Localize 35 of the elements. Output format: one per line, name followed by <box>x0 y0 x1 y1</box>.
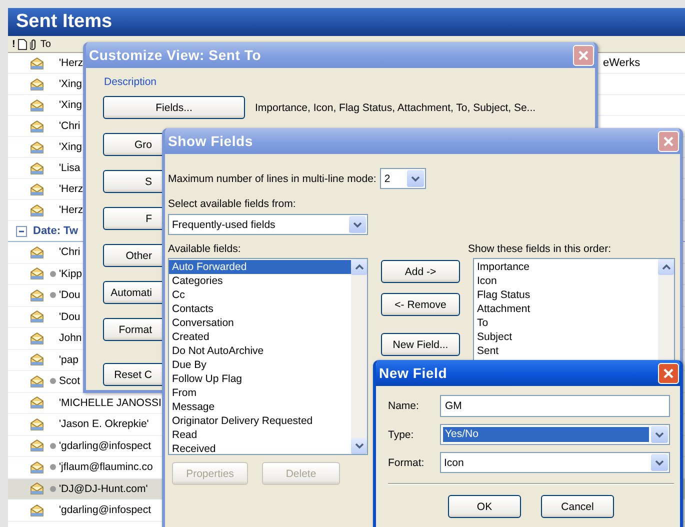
recipient-text: 'Dou <box>59 310 80 323</box>
recipient-text: 'gdarling@infospect <box>59 504 152 516</box>
recipient-text: 'Chri <box>59 120 80 132</box>
max-lines-label: Maximum number of lines in multi-line mode: <box>168 172 376 184</box>
folder-title: Sent Items <box>8 8 685 36</box>
window-title: New Field <box>379 365 448 381</box>
order-label: Show these fields in this order: <box>468 243 612 255</box>
source-label: Select available fields from: <box>168 198 297 210</box>
recipient-text: 'Herz <box>59 57 84 69</box>
window-title: Customize View: Sent To <box>89 47 262 63</box>
recipient-text: 'gdarling@infospect <box>59 440 152 452</box>
recipient-text: 'pap <box>59 354 79 366</box>
name-label: Name: <box>388 400 420 412</box>
recipient-text: 'Xing <box>59 141 82 153</box>
recipient-text: 'Kipp <box>59 268 82 280</box>
type-label: Type: <box>388 428 415 440</box>
recipient-text: 'jflaum@flauminc.co <box>59 461 153 474</box>
recipient-text: 'Xing <box>59 99 82 111</box>
recipient-text: 'Jason E. Okrepkie' <box>59 418 149 430</box>
fields-summary: Importance, Icon, Flag Status, Attachment, To, Subject, Se... <box>255 102 536 114</box>
group-label: Date: Tw <box>33 225 78 237</box>
format-label: Format: <box>388 456 426 468</box>
recipient-text: 'Dou <box>59 289 80 302</box>
recipient-text: 'Chri <box>59 246 80 258</box>
recipient-text: 'DJ@DJ-Hunt.com' <box>59 482 148 495</box>
recipient-text: John <box>59 332 82 344</box>
recipient-text: 'Herz <box>59 183 84 195</box>
subject-text: eWerks <box>603 57 642 69</box>
section-label: Description <box>104 76 158 88</box>
recipient-text: 'Lisa <box>59 162 80 174</box>
recipient-text: 'Herz <box>59 204 84 216</box>
recipient-text: Scot <box>59 375 80 388</box>
available-label: Available fields: <box>168 243 241 255</box>
recipient-text: 'MICHELLE JANOSSI <box>59 396 162 409</box>
recipient-text: 'Xing <box>59 78 82 90</box>
